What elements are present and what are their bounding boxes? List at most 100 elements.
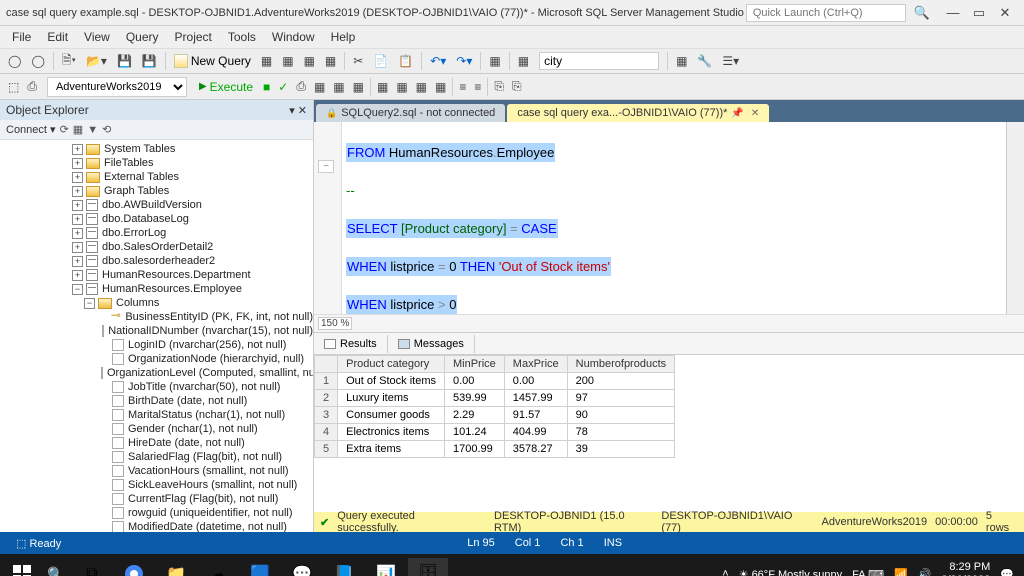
cell[interactable]: Out of Stock items — [338, 373, 445, 390]
panel-close-icon[interactable]: ▾ ✕ — [289, 104, 307, 117]
tree-node[interactable]: −Columns — [0, 296, 313, 310]
editor-scrollbar[interactable] — [1006, 122, 1024, 314]
table-row[interactable]: 3Consumer goods2.2991.5790 — [315, 407, 675, 424]
tree-node[interactable]: VacationHours (smallint, not null) — [0, 464, 313, 478]
menu-edit[interactable]: Edit — [39, 30, 76, 44]
tree-node[interactable]: HireDate (date, not null) — [0, 436, 313, 450]
minimize-button[interactable]: — — [940, 5, 966, 20]
tb2-icon-4[interactable]: ▦ — [310, 78, 329, 96]
tb2-icon-9[interactable]: ▦ — [412, 78, 431, 96]
cell[interactable]: 78 — [567, 424, 675, 441]
tree-node[interactable]: ModifiedDate (datetime, not null) — [0, 520, 313, 532]
lang-indicator[interactable]: FA ⌨ — [852, 568, 884, 576]
connect-icon-2[interactable]: ▦ — [73, 123, 83, 136]
tree-node[interactable]: +Graph Tables — [0, 184, 313, 198]
weather-widget[interactable]: ☀ 66°F Mostly sunny — [739, 568, 843, 576]
uncomment-icon[interactable]: ⎘ — [508, 77, 526, 96]
cell[interactable]: 1700.99 — [445, 441, 505, 458]
expander-icon[interactable]: + — [72, 256, 83, 267]
expander-icon[interactable]: + — [72, 200, 83, 211]
new-query-button[interactable]: New Query — [170, 52, 255, 70]
word-icon[interactable]: 📘 — [324, 558, 364, 576]
expander-icon[interactable]: − — [72, 284, 83, 295]
cell[interactable]: 0.00 — [445, 373, 505, 390]
chrome-icon[interactable] — [114, 558, 154, 576]
tree-node[interactable]: −HumanResources.Employee — [0, 282, 313, 296]
tree-node[interactable]: MaritalStatus (nchar(1), not null) — [0, 408, 313, 422]
tb-icon-8[interactable]: 🔧 — [693, 52, 716, 70]
tb-icon-9[interactable]: ☰▾ — [718, 52, 743, 70]
cell[interactable]: Consumer goods — [338, 407, 445, 424]
saveall-icon[interactable]: 💾 — [138, 52, 161, 70]
tree-node[interactable]: rowguid (uniqueidentifier, not null) — [0, 506, 313, 520]
messages-tab[interactable]: Messages — [388, 335, 475, 353]
tree-node[interactable]: BirthDate (date, not null) — [0, 394, 313, 408]
cell[interactable]: 3578.27 — [504, 441, 567, 458]
tree-node[interactable]: NationalIDNumber (nvarchar(15), not null… — [0, 324, 313, 338]
menu-file[interactable]: File — [4, 30, 39, 44]
database-selector[interactable]: AdventureWorks2019 — [47, 77, 187, 97]
tb2-icon-10[interactable]: ▦ — [431, 78, 450, 96]
menu-query[interactable]: Query — [118, 30, 167, 44]
tb2-icon-6[interactable]: ▦ — [349, 78, 368, 96]
search-icon[interactable]: 🔍 — [914, 5, 930, 21]
expander-icon[interactable]: + — [72, 228, 83, 239]
table-row[interactable]: 2Luxury items539.991457.9997 — [315, 390, 675, 407]
cell[interactable]: 1457.99 — [504, 390, 567, 407]
paste-icon[interactable]: 📋 — [394, 52, 417, 70]
fold-icon[interactable]: − — [318, 160, 334, 173]
cell[interactable]: 101.24 — [445, 424, 505, 441]
taskbar-search-icon[interactable]: 🔍 — [42, 566, 70, 576]
connect-icon-1[interactable]: ⟳ — [60, 123, 69, 136]
tb2-icon-5[interactable]: ▦ — [329, 78, 348, 96]
results-grid[interactable]: Product categoryMinPriceMaxPriceNumberof… — [314, 355, 1024, 512]
tb2-icon-3[interactable]: ⎙ — [292, 77, 310, 96]
tree-node[interactable]: +dbo.SalesOrderDetail2 — [0, 240, 313, 254]
expander-icon[interactable]: + — [72, 158, 83, 169]
onedrive-icon[interactable]: ☁ — [198, 558, 238, 576]
tb-icon-4[interactable]: ▦ — [321, 52, 340, 70]
connect-icon-3[interactable]: ▼ — [87, 124, 98, 136]
open-icon[interactable]: 📂▾ — [82, 52, 111, 70]
tree-node[interactable]: +External Tables — [0, 170, 313, 184]
zoom-selector[interactable]: 150 % — [318, 317, 352, 330]
expander-icon[interactable]: + — [72, 270, 83, 281]
tab-active[interactable]: case sql query exa...-OJBNID1\VAIO (77))… — [507, 104, 769, 122]
cell[interactable]: 539.99 — [445, 390, 505, 407]
expander-icon[interactable]: + — [72, 144, 83, 155]
close-button[interactable]: ✕ — [992, 5, 1018, 21]
tab-inactive[interactable]: 🔒SQLQuery2.sql - not connected — [316, 104, 505, 122]
code-lines[interactable]: FROM HumanResources.Employee -- SELECT [… — [342, 122, 1006, 314]
save-icon[interactable]: 💾 — [113, 52, 136, 70]
tree-node[interactable]: +dbo.salesorderheader2 — [0, 254, 313, 268]
tray-up-icon[interactable]: ˄ — [722, 568, 728, 576]
start-button[interactable] — [4, 558, 40, 576]
execute-button[interactable]: Execute — [193, 78, 259, 96]
menu-tools[interactable]: Tools — [220, 30, 264, 44]
tb2-icon-7[interactable]: ▦ — [373, 78, 392, 96]
tree-node[interactable]: Gender (nchar(1), not null) — [0, 422, 313, 436]
app-icon-1[interactable]: 🟦 — [240, 558, 280, 576]
cell[interactable]: 0.00 — [504, 373, 567, 390]
explorer-icon[interactable]: 📁 — [156, 558, 196, 576]
comment-icon[interactable]: ⎘ — [490, 77, 508, 96]
tree-node[interactable]: SalariedFlag (Flag(bit), not null) — [0, 450, 313, 464]
object-tree[interactable]: +System Tables+FileTables+External Table… — [0, 140, 313, 532]
column-header[interactable]: MinPrice — [445, 356, 505, 373]
cell[interactable]: 2.29 — [445, 407, 505, 424]
pin-icon[interactable]: 📌 — [731, 108, 743, 119]
cell[interactable]: 97 — [567, 390, 675, 407]
stop-icon[interactable]: ■ — [259, 78, 274, 96]
cell[interactable]: Luxury items — [338, 390, 445, 407]
cell[interactable]: 39 — [567, 441, 675, 458]
tree-node[interactable]: LoginID (nvarchar(256), not null) — [0, 338, 313, 352]
cell[interactable]: Extra items — [338, 441, 445, 458]
tb-icon-5[interactable]: ▦ — [485, 52, 504, 70]
code-editor[interactable]: − FROM HumanResources.Employee -- SELECT… — [314, 122, 1024, 314]
nav-back-icon[interactable]: ◯ — [4, 52, 25, 70]
menu-project[interactable]: Project — [167, 30, 220, 44]
cell[interactable]: 90 — [567, 407, 675, 424]
tree-node[interactable]: +dbo.ErrorLog — [0, 226, 313, 240]
tb-icon-6[interactable]: ▦ — [514, 52, 533, 70]
taskview-icon[interactable]: ⧉ — [72, 558, 112, 576]
